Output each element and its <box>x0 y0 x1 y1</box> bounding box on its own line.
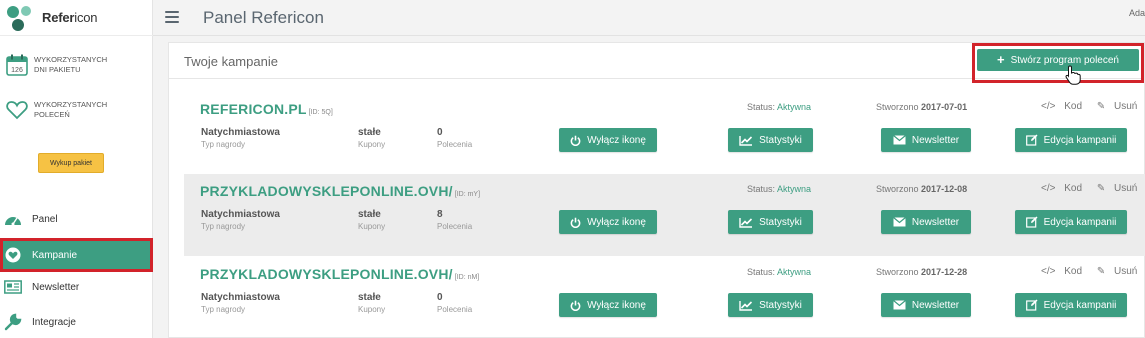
newsletter-button[interactable]: Newsletter <box>881 293 971 317</box>
code-icon: </> <box>1041 266 1056 277</box>
delete-link[interactable]: ✎ Usuń <box>1097 101 1144 112</box>
code-link[interactable]: </> Kod <box>1041 266 1088 277</box>
edit-campaign-button[interactable]: Edycja kampanii <box>1015 210 1127 234</box>
campaign-row: PRZYKLADOWYSKLEPONLINE.OVH/[ID: nM] Stat… <box>184 257 1145 338</box>
statistics-button[interactable]: Statystyki <box>728 128 813 152</box>
newsletter-button[interactable]: Newsletter <box>881 210 971 234</box>
campaign-status: Status: Aktywna <box>747 102 812 112</box>
plus-icon: + <box>997 52 1005 67</box>
used-referrals-stat: WYKORZYSTANYCH POLECEŃ <box>0 97 153 137</box>
logo[interactable]: Refericon <box>0 0 153 36</box>
sidebar-item-label: Kampanie <box>32 249 78 261</box>
disable-icon-button[interactable]: Wyłącz ikonę <box>559 128 657 152</box>
referrals-field: 8 Polecenia <box>437 209 473 231</box>
svg-text:126: 126 <box>11 67 23 74</box>
user-menu[interactable]: Ada <box>1129 8 1145 18</box>
delete-link[interactable]: ✎ Usuń <box>1097 266 1144 277</box>
sidebar-item-label: Panel <box>32 213 58 225</box>
create-program-button[interactable]: + Stwórz program poleceń <box>977 49 1139 71</box>
sidebar-item-label: Newsletter <box>32 281 80 293</box>
referrals-field: 0 Polecenia <box>437 127 473 149</box>
coupons-field: stałe Kupony <box>358 292 386 314</box>
campaign-status: Status: Aktywna <box>747 184 812 194</box>
newsletter-button[interactable]: Newsletter <box>881 128 971 152</box>
create-program-label: Stwórz program poleceń <box>1010 54 1119 66</box>
edit-icon <box>1025 299 1038 311</box>
envelope-icon <box>892 217 906 227</box>
topbar: Panel Refericon Ada <box>153 0 1145 36</box>
coupons-field: stałe Kupony <box>358 127 386 149</box>
campaign-links: </> Kod ✎ Usuń <box>1041 266 1145 277</box>
sidebar-item-kampanie[interactable]: Kampanie <box>0 238 153 272</box>
heart-outline-icon <box>4 97 30 123</box>
envelope-icon <box>892 300 906 310</box>
campaign-name[interactable]: PRZYKLADOWYSKLEPONLINE.OVH/[ID: mY] <box>200 183 480 199</box>
sidebar: Refericon 126 WYKORZYSTANYCH DNI PAKIETU … <box>0 0 153 338</box>
delete-link[interactable]: ✎ Usuń <box>1097 183 1144 194</box>
panel-title: Twoje kampanie <box>184 54 278 69</box>
coupons-field: stałe Kupony <box>358 209 386 231</box>
page-title: Panel Refericon <box>203 8 324 27</box>
brand-name: Refericon <box>42 10 98 25</box>
power-icon <box>570 217 581 228</box>
code-icon: </> <box>1041 101 1056 112</box>
reward-field: Natychmiastowa Typ nagrody <box>201 292 280 314</box>
reward-field: Natychmiastowa Typ nagrody <box>201 209 280 231</box>
campaign-id: [ID: 5Q] <box>308 109 333 116</box>
chart-icon <box>739 300 753 311</box>
campaign-row: PRZYKLADOWYSKLEPONLINE.OVH/[ID: mY] Stat… <box>184 174 1145 256</box>
sidebar-item-newsletter[interactable]: Newsletter <box>0 270 153 304</box>
edit-square-icon: ✎ <box>1096 183 1106 194</box>
hand-cursor-icon <box>1065 65 1081 85</box>
reward-field: Natychmiastowa Typ nagrody <box>201 127 280 149</box>
chart-icon <box>739 217 753 228</box>
logo-icon <box>7 5 31 31</box>
edit-campaign-button[interactable]: Edycja kampanii <box>1015 293 1127 317</box>
used-days-stat: 126 WYKORZYSTANYCH DNI PAKIETU <box>0 52 153 92</box>
sidebar-item-label: Integracje <box>32 316 76 328</box>
campaign-row: REFERICON.PL [ID: 5Q] Status: Aktywna Stw… <box>184 92 1145 174</box>
dashboard-icon <box>4 210 22 228</box>
heart-icon <box>4 246 22 264</box>
stat-label: WYKORZYSTANYCH <box>34 100 108 109</box>
wrench-icon <box>4 313 22 331</box>
campaign-created: Stworzono 2017-07-01 <box>876 102 968 112</box>
chart-icon <box>739 135 753 146</box>
campaign-name[interactable]: PRZYKLADOWYSKLEPONLINE.OVH/[ID: nM] <box>200 266 479 282</box>
disable-icon-button[interactable]: Wyłącz ikonę <box>559 210 657 234</box>
campaign-links: </> Kod ✎ Usuń <box>1041 101 1145 112</box>
campaign-links: </> Kod ✎ Usuń <box>1041 183 1145 194</box>
code-link[interactable]: </> Kod <box>1041 183 1088 194</box>
edit-square-icon: ✎ <box>1096 266 1106 277</box>
edit-campaign-button[interactable]: Edycja kampanii <box>1015 128 1127 152</box>
campaign-created: Stworzono 2017-12-08 <box>876 184 968 194</box>
edit-icon <box>1025 216 1038 228</box>
disable-icon-button[interactable]: Wyłącz ikonę <box>559 293 657 317</box>
calendar-icon: 126 <box>4 52 30 78</box>
campaign-name[interactable]: REFERICON.PL [ID: 5Q] <box>200 101 333 117</box>
campaign-id: [ID: mY] <box>454 191 481 198</box>
campaign-created: Stworzono 2017-12-28 <box>876 267 968 277</box>
statistics-button[interactable]: Statystyki <box>728 210 813 234</box>
campaign-id: [ID: nM] <box>454 274 480 281</box>
stat-label: POLECEŃ <box>34 110 70 119</box>
sidebar-item-integracje[interactable]: Integracje <box>0 305 153 338</box>
campaigns-panel: Twoje kampanie + Stwórz program poleceń … <box>168 42 1145 338</box>
code-link[interactable]: </> Kod <box>1041 101 1088 112</box>
sidebar-item-panel[interactable]: Panel <box>0 202 153 236</box>
referrals-field: 0 Polecenia <box>437 292 473 314</box>
newsletter-icon <box>4 278 22 296</box>
stat-label: DNI PAKIETU <box>34 65 81 74</box>
power-icon <box>570 300 581 311</box>
envelope-icon <box>892 135 906 145</box>
stat-label: WYKORZYSTANYCH <box>34 55 108 64</box>
code-icon: </> <box>1041 183 1056 194</box>
campaign-status: Status: Aktywna <box>747 267 812 277</box>
edit-icon <box>1025 134 1038 146</box>
statistics-button[interactable]: Statystyki <box>728 293 813 317</box>
buy-package-button[interactable]: Wykup pakiet <box>38 153 104 173</box>
edit-square-icon: ✎ <box>1096 101 1106 112</box>
hamburger-menu-icon[interactable] <box>165 11 179 23</box>
power-icon <box>570 135 581 146</box>
